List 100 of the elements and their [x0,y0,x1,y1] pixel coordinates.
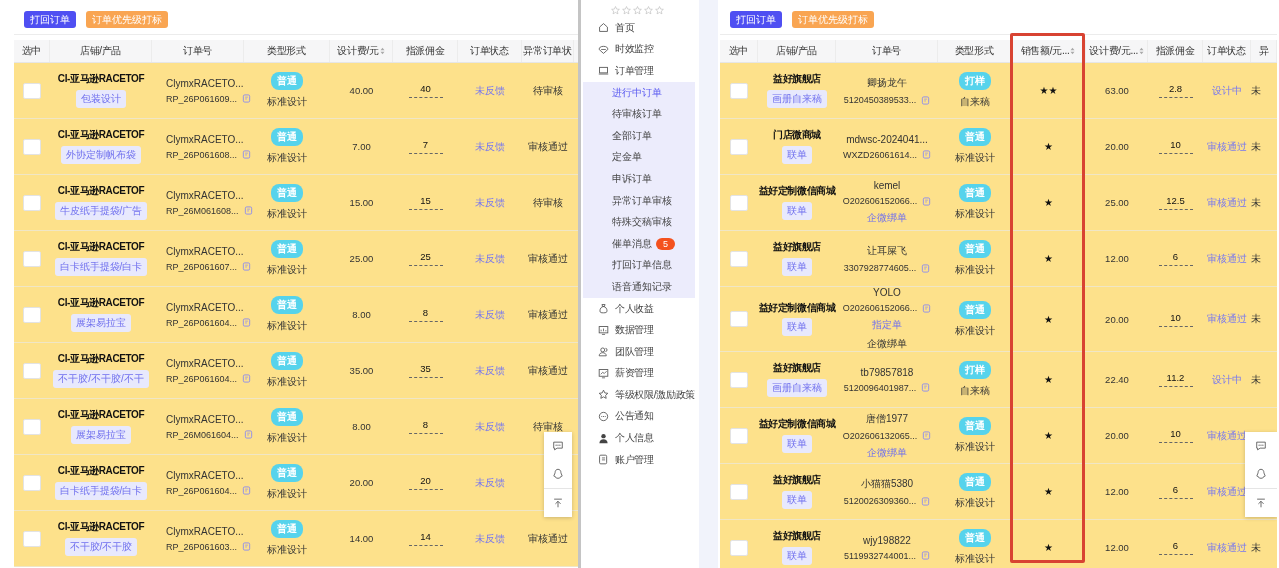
submenu-item[interactable]: 催单消息 5 [583,232,695,255]
copy-icon[interactable] [921,263,931,273]
checkbox[interactable] [730,311,748,327]
submenu-item[interactable]: 申诉订单 [583,168,695,190]
checkbox[interactable] [23,418,41,435]
order-link[interactable]: 企微绑单 [867,211,907,225]
product-tag[interactable]: 联单 [782,546,812,565]
menu-item[interactable]: 时效监控 [581,38,699,61]
product-tag[interactable]: 联单 [782,318,812,337]
sort-icon[interactable] [1070,47,1076,55]
commission-value[interactable]: 20 [408,475,443,490]
status-link[interactable]: 审核通过 [1207,312,1247,326]
copy-icon[interactable] [242,542,252,551]
copy-icon[interactable] [920,551,930,560]
copy-icon[interactable] [243,430,253,439]
product-tag[interactable]: 联单 [782,434,812,453]
product-tag[interactable]: 画册自来稿 [767,378,827,397]
submenu-item[interactable]: 进行中订单 [583,81,695,104]
status-link[interactable]: 未反馈 [475,139,505,154]
menu-item[interactable]: 订单管理 [581,60,699,82]
submenu-item[interactable]: 打回订单信息 [583,254,695,277]
product-tag[interactable]: 展架易拉宝 [71,313,131,332]
status-link[interactable]: 未反馈 [475,531,505,546]
commission-value[interactable]: 8 [408,307,443,322]
product-tag[interactable]: 画册自来稿 [767,89,827,108]
checkbox[interactable] [730,539,748,556]
checkbox[interactable] [23,250,41,267]
sort-icon[interactable] [379,47,385,55]
product-tag[interactable]: 联单 [782,145,812,164]
submenu-item[interactable]: 特殊交稿审核 [583,211,695,233]
product-tag[interactable]: 白卡纸手提袋/白卡 [54,257,148,276]
column-header[interactable]: 销售额/元... [1020,44,1076,58]
status-link[interactable]: 未反馈 [475,307,505,322]
product-tag[interactable]: 联单 [782,201,812,220]
status-link[interactable]: 设计中 [1212,372,1242,387]
commission-value[interactable]: 6 [1158,251,1193,266]
menu-item[interactable]: 个人信息 [581,427,699,449]
commission-value[interactable]: 15 [408,195,443,210]
commission-value[interactable]: 35 [408,363,443,378]
copy-icon[interactable] [922,150,931,159]
copy-icon[interactable] [242,150,252,159]
status-link[interactable]: 未反馈 [475,195,505,210]
submenu-item[interactable]: 语音通知记录 [583,276,695,298]
menu-item[interactable]: 账户管理 [581,448,699,471]
checkbox[interactable] [730,82,748,99]
commission-value[interactable]: 11.2 [1158,372,1193,387]
copy-icon[interactable] [921,496,931,506]
menu-item[interactable]: 公告通知 [581,405,699,428]
checkbox[interactable] [23,474,41,491]
checkbox[interactable] [23,194,41,211]
column-header[interactable]: 设计费/元... [1089,44,1144,58]
status-link[interactable]: 未反馈 [475,475,505,490]
product-tag[interactable]: 联单 [782,257,812,276]
copy-icon[interactable] [922,431,932,440]
status-link[interactable]: 设计中 [1212,83,1242,98]
product-tag[interactable]: 联单 [782,490,812,509]
return-order-button[interactable]: 打回订单 [730,11,782,28]
checkbox[interactable] [23,82,41,99]
sort-icon[interactable] [1138,47,1144,55]
commission-value[interactable]: 10 [1158,428,1193,443]
product-tag[interactable]: 外协定制帆布袋 [61,145,141,164]
submenu-item[interactable]: 异常订单审核 [583,189,695,212]
submenu-item[interactable]: 待审核订单 [583,103,695,125]
status-link[interactable]: 未反馈 [475,251,505,266]
status-link[interactable]: 审核通过 [1207,139,1247,154]
copy-icon[interactable] [921,383,931,392]
menu-item[interactable]: 等级权限/激励政策 [581,384,699,406]
product-tag[interactable]: 展架易拉宝 [71,425,131,444]
commission-value[interactable]: 8 [408,419,443,434]
commission-value[interactable]: 40 [408,83,443,98]
return-order-button[interactable]: 打回订单 [24,11,76,28]
status-link[interactable]: 未反馈 [475,419,505,434]
commission-value[interactable]: 2.8 [1158,83,1193,98]
checkbox[interactable] [730,194,748,211]
commission-value[interactable]: 10 [1158,311,1193,327]
product-tag[interactable]: 牛皮纸手提袋/广告 [54,201,148,220]
menu-item[interactable]: 首页 [581,17,699,39]
menu-item[interactable]: 薪资管理 [581,362,699,385]
copy-icon[interactable] [921,95,931,105]
status-link[interactable]: 审核通过 [1207,251,1247,266]
checkbox[interactable] [23,530,41,547]
status-link[interactable]: 未反馈 [475,83,505,98]
copy-icon[interactable] [242,486,252,495]
commission-value[interactable]: 25 [408,251,443,266]
checkbox[interactable] [730,250,748,267]
menu-item[interactable]: 数据管理 [581,319,699,341]
menu-item[interactable]: 个人收益 [581,297,699,320]
status-link[interactable]: 未反馈 [475,363,505,378]
product-tag[interactable]: 包装设计 [76,89,126,108]
product-tag[interactable]: 不干胶/不干胶/不干 [53,369,149,388]
commission-value[interactable]: 6 [1158,540,1193,555]
copy-icon[interactable] [922,196,932,206]
commission-value[interactable]: 10 [1158,139,1193,154]
order-link[interactable]: 企微绑单 [867,445,907,460]
submenu-item[interactable]: 全部订单 [583,124,695,147]
checkbox[interactable] [730,483,748,500]
commission-value[interactable]: 14 [408,531,443,546]
copy-icon[interactable] [242,318,252,327]
status-link[interactable]: 审核通过 [1207,540,1247,555]
order-link[interactable]: 指定单 [872,318,902,332]
